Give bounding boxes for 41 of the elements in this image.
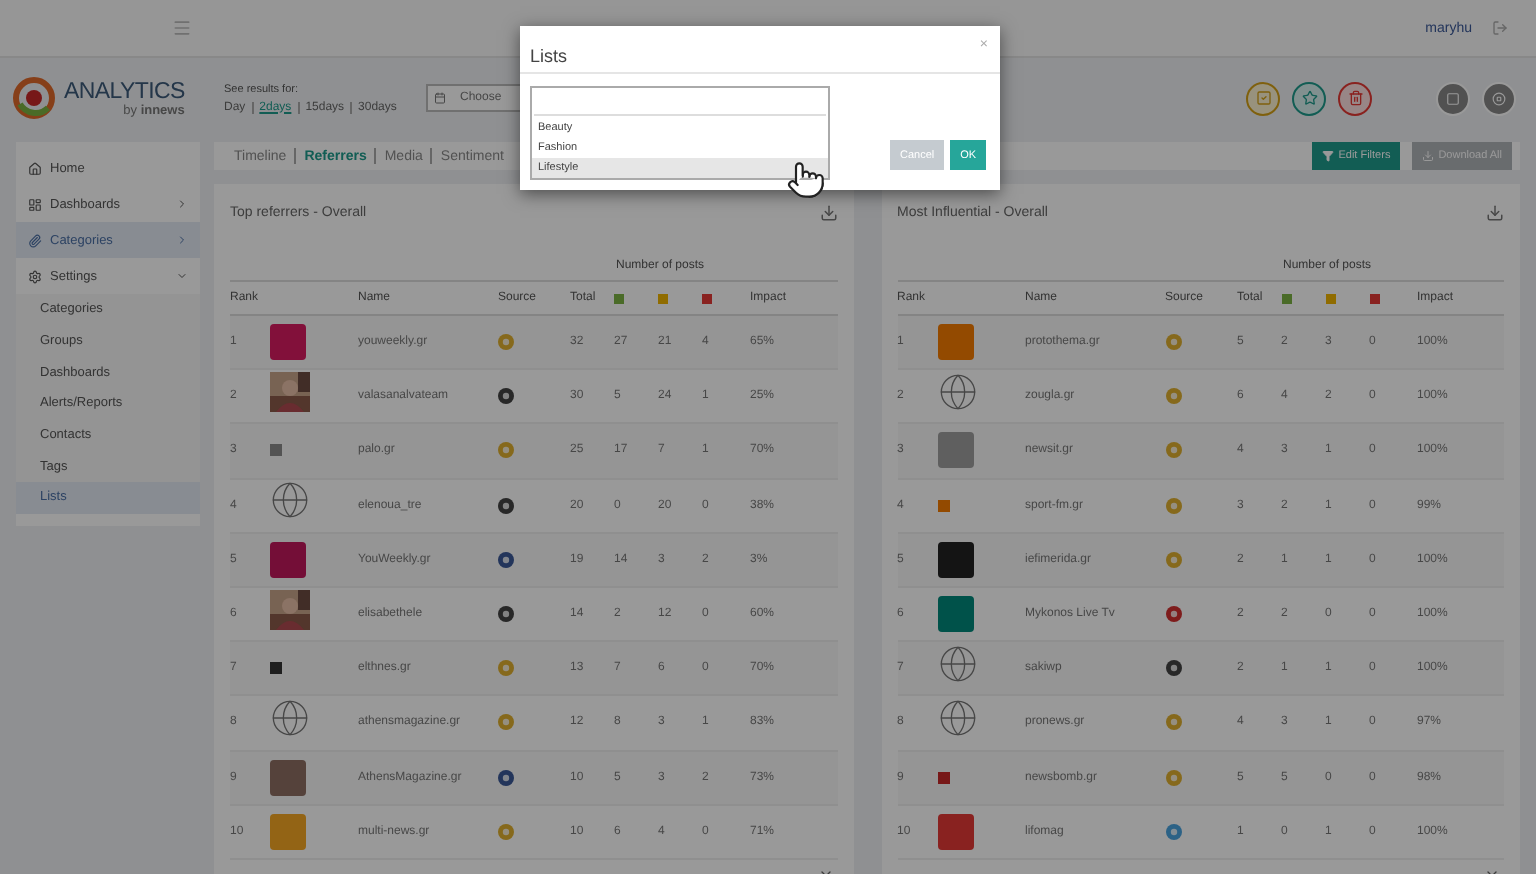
source-icon [498, 334, 514, 351]
source-icon [1165, 551, 1181, 568]
calendar-icon [434, 92, 446, 104]
source-icon [498, 551, 514, 568]
download-icon[interactable] [1486, 203, 1504, 221]
source-icon [498, 769, 514, 786]
logout-icon[interactable] [1492, 20, 1508, 36]
source-icon [1165, 388, 1181, 405]
source-icon [498, 606, 514, 623]
menu-icon[interactable] [172, 18, 192, 38]
download-icon[interactable] [819, 203, 837, 221]
settings-icon [28, 269, 42, 283]
trash-icon[interactable] [1338, 81, 1372, 115]
paperclip-icon [28, 233, 42, 247]
dashboard-icon [28, 197, 42, 211]
globe-icon [937, 643, 977, 684]
source-icon [1165, 660, 1181, 677]
source-icon [498, 823, 514, 840]
source-icon [1165, 714, 1181, 731]
source-icon [498, 497, 514, 514]
source-icon [498, 714, 514, 731]
download-icon [1422, 150, 1435, 162]
source-icon [1165, 334, 1181, 351]
source-icon [498, 388, 514, 405]
home-icon [28, 161, 42, 175]
logo-text: ANALYTICS [64, 79, 185, 103]
logo-icon [12, 76, 60, 120]
checklist-icon[interactable] [1246, 81, 1280, 115]
source-icon [1165, 823, 1181, 840]
source-icon [1165, 442, 1181, 459]
source-icon [1165, 497, 1181, 514]
source-icon [498, 660, 514, 677]
filter-icon [1322, 150, 1335, 162]
source-icon [498, 442, 514, 459]
globe-icon [270, 480, 310, 521]
source-icon [1165, 606, 1181, 623]
dialog-title: Lists [530, 44, 568, 66]
globe-icon [937, 697, 977, 738]
globe-icon [937, 371, 977, 412]
globe-icon [270, 697, 310, 738]
source-icon [1165, 769, 1181, 786]
